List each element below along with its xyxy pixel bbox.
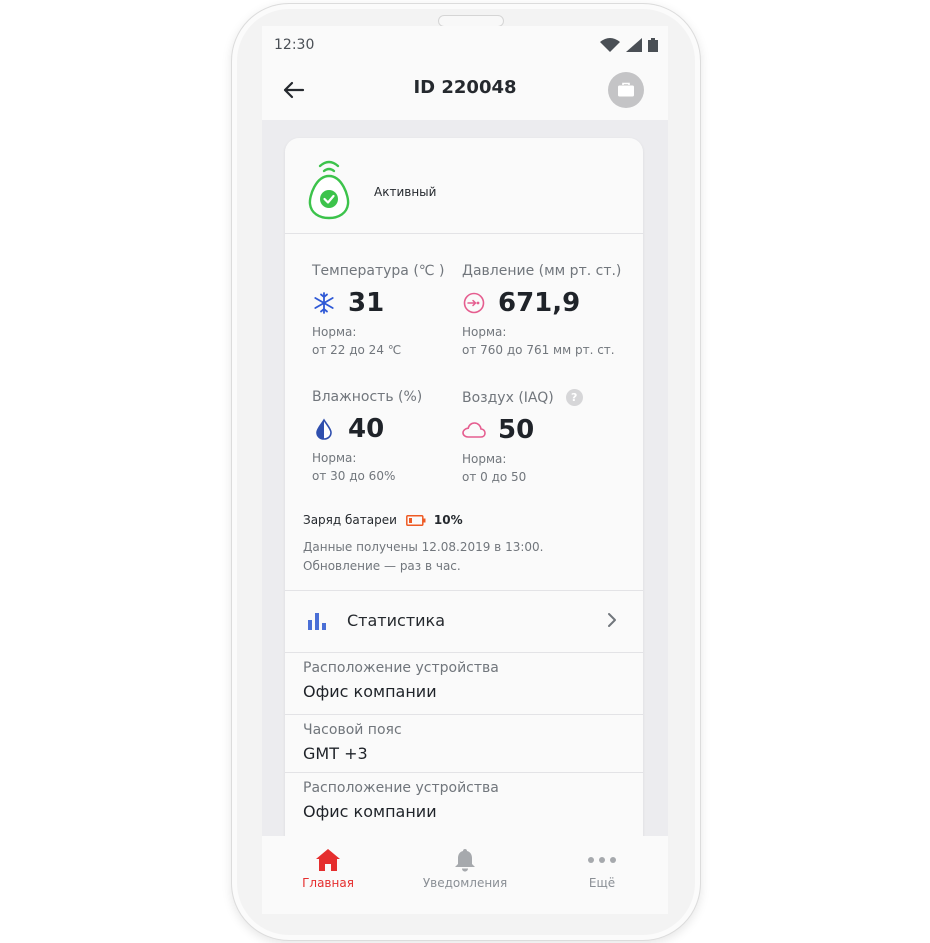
help-icon[interactable]: ?	[565, 389, 583, 406]
gauge-icon	[462, 291, 486, 315]
humidity-metric: Влажность (%) 40 Норма: от 30 до 60%	[312, 389, 472, 485]
info-item-timezone[interactable]: Часовой пояс GMT +3	[303, 722, 633, 760]
device-status-text: Активный	[374, 185, 437, 199]
norm-title: Норма:	[312, 325, 357, 339]
info-label: Часовой пояс	[303, 722, 402, 738]
info-value: Офис компании	[303, 682, 437, 701]
bottom-navigation: Главная Уведомления Ещё	[262, 836, 668, 914]
norm-range: от 22 до 24 ℃	[312, 343, 402, 357]
status-icons	[600, 38, 658, 52]
statistics-row[interactable]: Статистика	[285, 590, 643, 652]
wifi-icon	[600, 38, 620, 52]
divider	[285, 772, 643, 773]
metric-value: 50	[498, 415, 535, 445]
signal-icon	[626, 38, 642, 52]
battery-label: Заряд батареи	[303, 513, 397, 527]
battery-status-icon	[648, 38, 658, 52]
nav-label: Уведомления	[422, 876, 508, 890]
update-frequency-text: Обновление — раз в час.	[303, 559, 461, 573]
divider	[285, 233, 643, 234]
briefcase-icon	[618, 82, 634, 97]
statistics-label: Статистика	[347, 611, 445, 630]
norm-range: от 0 до 50	[462, 470, 527, 484]
info-item-location[interactable]: Расположение устройства Офис компании	[303, 660, 633, 701]
more-icon	[547, 846, 657, 874]
status-time: 12:30	[274, 37, 315, 53]
metric-label: Влажность (%)	[312, 389, 423, 405]
info-value: Офис компании	[303, 802, 437, 821]
nav-notifications[interactable]: Уведомления	[410, 846, 520, 890]
data-info: Данные получены 12.08.2019 в 13:00. Обно…	[303, 538, 543, 576]
chevron-right-icon	[607, 612, 617, 632]
info-label: Расположение устройства	[303, 780, 499, 796]
norm-range: от 30 до 60%	[312, 469, 396, 483]
divider	[285, 714, 643, 715]
temperature-metric: Температура (℃ ) 31 Норма: от 22 до 24 ℃	[312, 263, 472, 359]
pressure-metric: Давление (мм рт. ст.) 671,9 Норма: от 76…	[462, 263, 622, 359]
norm-title: Норма:	[462, 452, 507, 466]
metric-value: 671,9	[498, 288, 581, 318]
data-received-text: Данные получены 12.08.2019 в 13:00.	[303, 540, 544, 554]
app-screen: 12:30 ID 220048 Активный Температура (℃ …	[262, 26, 668, 914]
air-quality-metric: Воздух (IAQ)? 50 Норма: от 0 до 50	[462, 389, 622, 486]
nav-more[interactable]: Ещё	[547, 846, 657, 890]
home-icon	[273, 846, 383, 874]
metric-label: Температура (℃ )	[312, 263, 445, 279]
briefcase-button[interactable]	[608, 72, 644, 108]
metric-label: Воздух (IAQ)	[462, 390, 554, 406]
norm-title: Норма:	[462, 325, 507, 339]
metric-label: Давление (мм рт. ст.)	[462, 263, 622, 279]
info-value: GMT +3	[303, 744, 368, 760]
metric-value: 31	[348, 288, 385, 318]
nav-label: Ещё	[588, 876, 616, 890]
norm-range: от 760 до 761 мм рт. ст.	[462, 343, 615, 357]
snowflake-icon	[312, 291, 336, 315]
battery-row: Заряд батареи 10%	[303, 513, 463, 527]
info-label: Расположение устройства	[303, 660, 499, 676]
metric-value: 40	[348, 414, 385, 444]
battery-low-icon	[405, 514, 426, 526]
battery-percent: 10%	[433, 513, 463, 527]
bell-icon	[410, 846, 520, 874]
divider	[285, 652, 643, 653]
nav-label: Главная	[302, 876, 354, 890]
info-item-location[interactable]: Расположение устройства Офис компании	[303, 780, 633, 821]
bar-chart-icon	[307, 612, 327, 634]
norm-title: Норма:	[312, 451, 357, 465]
nav-home[interactable]: Главная	[273, 846, 383, 890]
drop-icon	[312, 417, 336, 441]
cloud-icon	[462, 418, 486, 442]
device-status-icon	[307, 154, 351, 224]
device-card: Активный Температура (℃ ) 31 Норма: от 2…	[285, 138, 643, 838]
